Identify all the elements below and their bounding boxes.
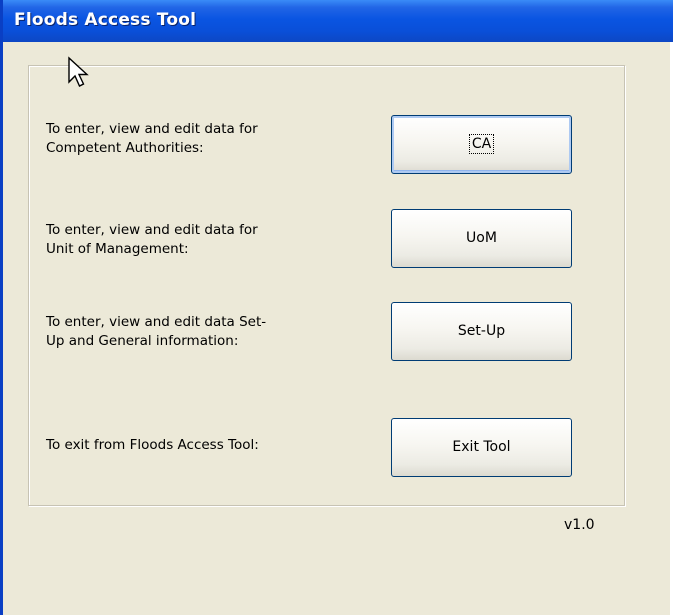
- setup-button-label: Set-Up: [457, 323, 506, 339]
- ca-button[interactable]: CA: [391, 115, 572, 174]
- exit-description-line-1: To exit from Floods Access Tool:: [46, 437, 259, 453]
- exit-tool-button[interactable]: Exit Tool: [391, 418, 572, 477]
- setup-button[interactable]: Set-Up: [391, 302, 572, 361]
- app-window: Floods Access Tool To enter, view and ed…: [0, 0, 673, 615]
- setup-description-line-2: Up and General information:: [46, 333, 239, 349]
- setup-description-line-1: To enter, view and edit data Set-: [46, 314, 267, 330]
- mouse-pointer-icon: [68, 56, 89, 87]
- setup-description: To enter, view and edit data Set- Up and…: [46, 313, 266, 351]
- title-bar[interactable]: Floods Access Tool: [3, 0, 673, 42]
- uom-description-line-2: Unit of Management:: [46, 241, 189, 257]
- exit-description: To exit from Floods Access Tool:: [46, 436, 259, 455]
- version-label: v1.0: [564, 517, 595, 533]
- uom-button[interactable]: UoM: [391, 209, 572, 268]
- uom-description-line-1: To enter, view and edit data for: [46, 222, 258, 238]
- ca-button-label: CA: [468, 134, 495, 154]
- ca-description: To enter, view and edit data for Compete…: [46, 120, 258, 158]
- exit-tool-button-label: Exit Tool: [452, 439, 511, 455]
- uom-button-label: UoM: [466, 230, 497, 246]
- window-title: Floods Access Tool: [14, 10, 197, 30]
- ca-description-line-1: To enter, view and edit data for: [46, 121, 258, 137]
- ca-description-line-2: Competent Authorities:: [46, 140, 204, 156]
- uom-description: To enter, view and edit data for Unit of…: [46, 221, 258, 259]
